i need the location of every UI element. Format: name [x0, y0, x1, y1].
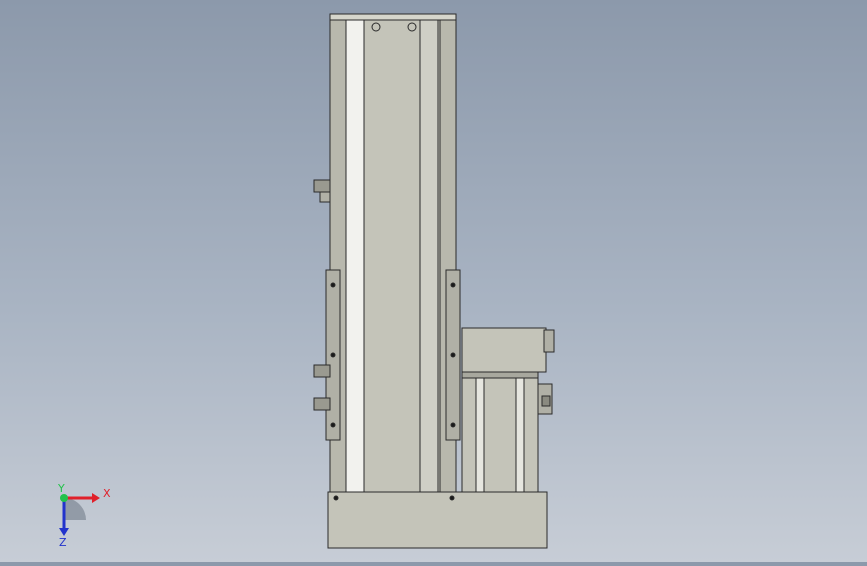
motor-encoder-housing — [461, 327, 547, 373]
base-screw — [449, 495, 455, 501]
limit-sensor-upper-bracket — [319, 191, 331, 203]
cad-model-view[interactable]: X Y Z — [0, 0, 867, 562]
top-screw-right — [407, 22, 417, 32]
base-screw — [333, 495, 339, 501]
y-axis-dot — [60, 494, 68, 502]
carriage-screw — [450, 422, 456, 428]
y-axis-label: Y — [57, 482, 65, 495]
carriage-screw — [330, 352, 336, 358]
right-rail — [419, 17, 439, 493]
coordinate-triad: X Y Z — [57, 482, 111, 549]
motor-body — [461, 371, 539, 493]
limit-sensor-lower — [313, 397, 331, 411]
linear-actuator — [313, 13, 555, 549]
x-axis-arrow — [92, 493, 100, 503]
left-rail-highlight — [345, 17, 365, 493]
carriage-screw — [450, 352, 456, 358]
carriage-screw — [330, 422, 336, 428]
limit-sensor-middle — [313, 364, 331, 378]
motor-connector-top — [543, 329, 555, 353]
motor-flange — [461, 371, 539, 379]
carriage-screw — [330, 282, 336, 288]
triad-shadow — [64, 498, 86, 520]
x-axis-label: X — [103, 487, 111, 500]
top-screw-left — [371, 22, 381, 32]
top-cap — [329, 13, 457, 21]
base-block — [327, 491, 548, 549]
motor-connector-pin — [541, 395, 551, 407]
z-axis-label: Z — [59, 536, 67, 549]
motor-tie-rod-right — [515, 371, 525, 493]
cad-viewport[interactable]: X Y Z — [0, 0, 867, 562]
carriage-screw — [450, 282, 456, 288]
z-axis-arrow — [59, 528, 69, 536]
motor-tie-rod-left — [475, 371, 485, 493]
limit-sensor-upper — [313, 179, 331, 193]
